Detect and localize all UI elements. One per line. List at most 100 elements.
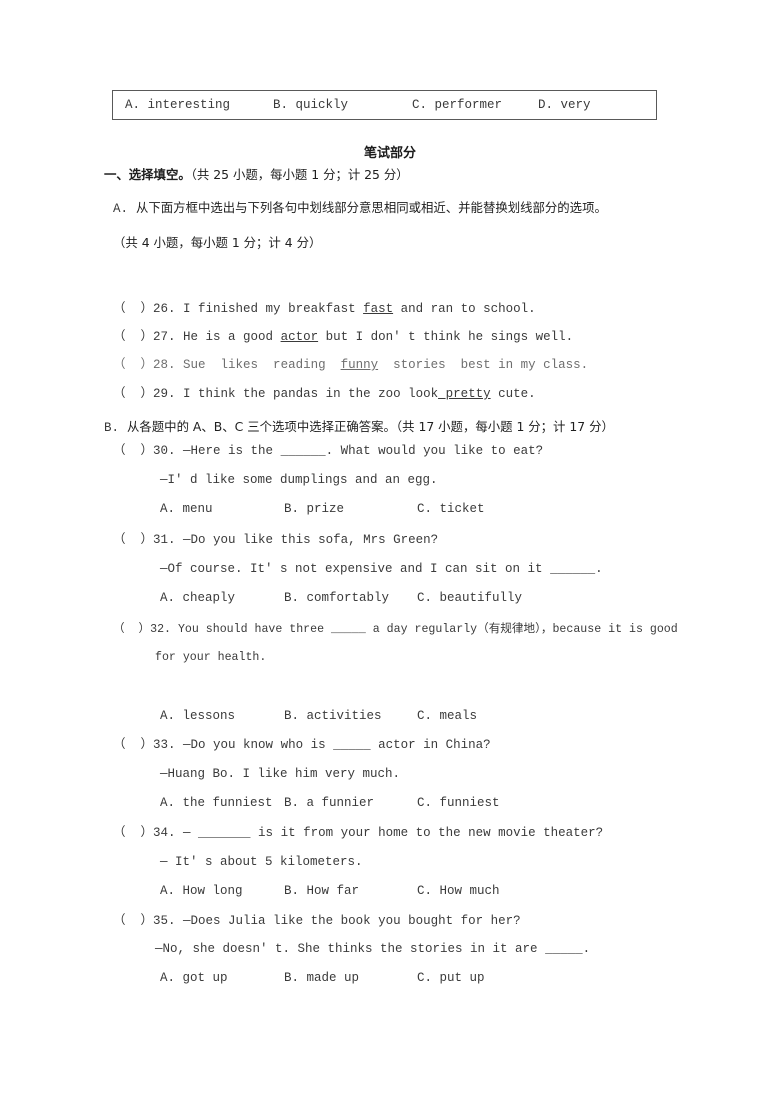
question-28-pre: Sue likes reading: [183, 358, 341, 372]
question-34-marker[interactable]: （ ）: [113, 826, 153, 840]
question-33-option-c[interactable]: C. funniest: [417, 795, 517, 811]
question-35-stem: —Does Julia like the book you bought for…: [183, 914, 521, 928]
question-33-option-a[interactable]: A. the funniest: [160, 795, 284, 811]
question-29-marker[interactable]: （ ）: [113, 387, 153, 401]
part-b-instruction-row: B. 从各题中的 A、B、C 三个选项中选择正确答案。（共 17 小题，每小题 1…: [104, 419, 764, 436]
part-a-label: A.: [113, 202, 129, 216]
question-31-stem: —Do you like this sofa, Mrs Green?: [183, 533, 439, 547]
question-26-number: 26.: [153, 302, 176, 316]
question-31: （ ）31. —Do you like this sofa, Mrs Green…: [113, 532, 773, 606]
question-31-reply: —Of course. It' s not expensive and I ca…: [160, 562, 603, 576]
section-one-heading-bold: 一、选择填空。: [104, 167, 191, 182]
question-26-pre: I finished my breakfast: [183, 302, 364, 316]
question-32-option-c[interactable]: C. meals: [417, 708, 517, 724]
question-29-line: （ ）29. I think the pandas in the zoo loo…: [113, 386, 773, 402]
question-31-number: 31.: [153, 533, 176, 547]
question-29-post: cute.: [490, 387, 536, 401]
question-32-stem: You should have three _____ a day regula…: [177, 623, 678, 636]
question-30-option-c[interactable]: C. ticket: [417, 501, 517, 517]
question-32-reply: for your health.: [155, 651, 267, 664]
question-26: （ ）26. I finished my breakfast fast and …: [113, 301, 773, 317]
question-31-stem-line: （ ）31. —Do you like this sofa, Mrs Green…: [113, 532, 773, 548]
question-35-marker[interactable]: （ ）: [113, 914, 153, 928]
question-33-stem: —Do you know who is _____ actor in China…: [183, 738, 491, 752]
document-body: 一、选择填空。（共 25 小题，每小题 1 分；计 25 分） A. 从下面方框中…: [0, 168, 780, 265]
question-33-number: 33.: [153, 738, 176, 752]
question-29: （ ）29. I think the pandas in the zoo loo…: [113, 386, 773, 402]
word-bank-option-a: A. interesting: [125, 98, 231, 112]
question-35-options: A. got up B. made up C. put up: [113, 970, 773, 986]
question-30: （ ）30. —Here is the ______. What would y…: [113, 443, 773, 517]
question-34-stem: — _______ is it from your home to the ne…: [183, 826, 604, 840]
part-b-line: B. 从各题中的 A、B、C 三个选项中选择正确答案。（共 17 小题，每小题 1…: [104, 419, 764, 436]
part-a-scoring: （共 4 小题，每小题 1 分；计 4 分）: [113, 235, 322, 250]
question-34-option-c[interactable]: C. How much: [417, 883, 517, 899]
question-28-marker[interactable]: （ ）: [113, 358, 153, 372]
question-27: （ ）27. He is a good actor but I don' t t…: [113, 329, 773, 345]
section-one-heading-rest: （共 25 小题，每小题 1 分；计 25 分）: [190, 167, 409, 182]
question-31-marker[interactable]: （ ）: [113, 533, 153, 547]
question-32-number: 32.: [150, 623, 171, 636]
question-27-line: （ ）27. He is a good actor but I don' t t…: [113, 329, 773, 345]
question-32-option-b[interactable]: B. activities: [284, 708, 417, 724]
question-34-number: 34.: [153, 826, 176, 840]
word-bank-option-b: B. quickly: [273, 98, 349, 112]
question-32: （ ）32. You should have three _____ a day…: [113, 622, 773, 724]
page-subtitle: 笔试部分: [363, 146, 416, 161]
question-30-marker[interactable]: （ ）: [113, 444, 153, 458]
question-34: （ ）34. — _______ is it from your home to…: [113, 825, 773, 899]
question-28-line: （ ）28. Sue likes reading funny stories b…: [113, 357, 773, 373]
question-28: （ ）28. Sue likes reading funny stories b…: [113, 357, 773, 373]
question-30-reply: —I' d like some dumplings and an egg.: [160, 473, 438, 487]
question-33-option-b[interactable]: B. a funnier: [284, 795, 417, 811]
question-32-options: A. lessons B. activities C. meals: [113, 708, 773, 724]
question-31-option-b[interactable]: B. comfortably: [284, 590, 417, 606]
section-one-heading: 一、选择填空。（共 25 小题，每小题 1 分；计 25 分）: [104, 168, 780, 182]
question-34-stem-line: （ ）34. — _______ is it from your home to…: [113, 825, 773, 841]
question-33: （ ）33. —Do you know who is _____ actor i…: [113, 737, 773, 811]
word-bank-inner: A. interesting B. quickly C. performer D. v…: [113, 91, 656, 112]
question-35-option-a[interactable]: A. got up: [160, 970, 284, 986]
question-28-number: 28.: [153, 358, 176, 372]
question-33-options: A. the funniest B. a funnier C. funniest: [113, 795, 773, 811]
question-33-reply: —Huang Bo. I like him very much.: [160, 767, 401, 781]
question-34-option-b[interactable]: B. How far: [284, 883, 417, 899]
question-35-stem-line: （ ）35. —Does Julia like the book you bou…: [113, 913, 773, 929]
question-35-reply: —No, she doesn' t. She thinks the storie…: [155, 942, 591, 956]
question-34-reply: — It' s about 5 kilometers.: [160, 855, 363, 869]
question-31-option-c[interactable]: C. beautifully: [417, 590, 522, 606]
question-35: （ ）35. —Does Julia like the book you bou…: [113, 913, 773, 986]
word-bank-option-c: C. performer: [412, 98, 503, 112]
question-34-option-a[interactable]: A. How long: [160, 883, 284, 899]
question-30-options: A. menu B. prize C. ticket: [113, 501, 773, 517]
question-27-marker[interactable]: （ ）: [113, 330, 153, 344]
worksheet-page: Unit 4 笔试部分 一、选择填空。（共 25 小题，每小题 1 分；计 25…: [0, 0, 780, 1103]
question-33-marker[interactable]: （ ）: [113, 738, 153, 752]
word-bank-box: A. interesting B. quickly C. performer D. v…: [112, 90, 657, 120]
question-32-marker[interactable]: （ ）: [113, 623, 150, 636]
question-29-number: 29.: [153, 387, 176, 401]
question-27-pre: He is a good: [183, 330, 281, 344]
question-30-number: 30.: [153, 444, 176, 458]
question-26-marker[interactable]: （ ）: [113, 302, 153, 316]
question-27-number: 27.: [153, 330, 176, 344]
question-28-underlined: funny: [340, 358, 379, 372]
question-35-option-b[interactable]: B. made up: [284, 970, 417, 986]
question-29-pre: I think the pandas in the zoo look: [183, 387, 439, 401]
question-30-option-a[interactable]: A. menu: [160, 501, 284, 517]
question-31-options: A. cheaply B. comfortably C. beautifully: [113, 590, 773, 606]
question-32-option-a[interactable]: A. lessons: [160, 708, 284, 724]
question-30-option-b[interactable]: B. prize: [284, 501, 417, 517]
question-31-option-a[interactable]: A. cheaply: [160, 590, 284, 606]
question-33-stem-line: （ ）33. —Do you know who is _____ actor i…: [113, 737, 773, 753]
question-35-option-c[interactable]: C. put up: [417, 970, 517, 986]
part-b-instruction: 从各题中的 A、B、C 三个选项中选择正确答案。（共 17 小题，每小题 1 分…: [127, 419, 614, 434]
part-a-instruction: 从下面方框中选出与下列各句中划线部分意思相同或相近、并能替换划线部分的选项。: [136, 200, 607, 215]
part-a-instruction-row: A. 从下面方框中选出与下列各句中划线部分意思相同或相近、并能替换划线部分的选项。: [113, 200, 780, 217]
question-28-post: stories best in my class.: [378, 358, 589, 372]
question-26-post: and ran to school.: [393, 302, 536, 316]
question-26-line: （ ）26. I finished my breakfast fast and …: [113, 301, 773, 317]
question-30-stem: —Here is the ______. What would you like…: [183, 444, 544, 458]
part-b-label: B.: [104, 421, 120, 435]
question-35-number: 35.: [153, 914, 176, 928]
